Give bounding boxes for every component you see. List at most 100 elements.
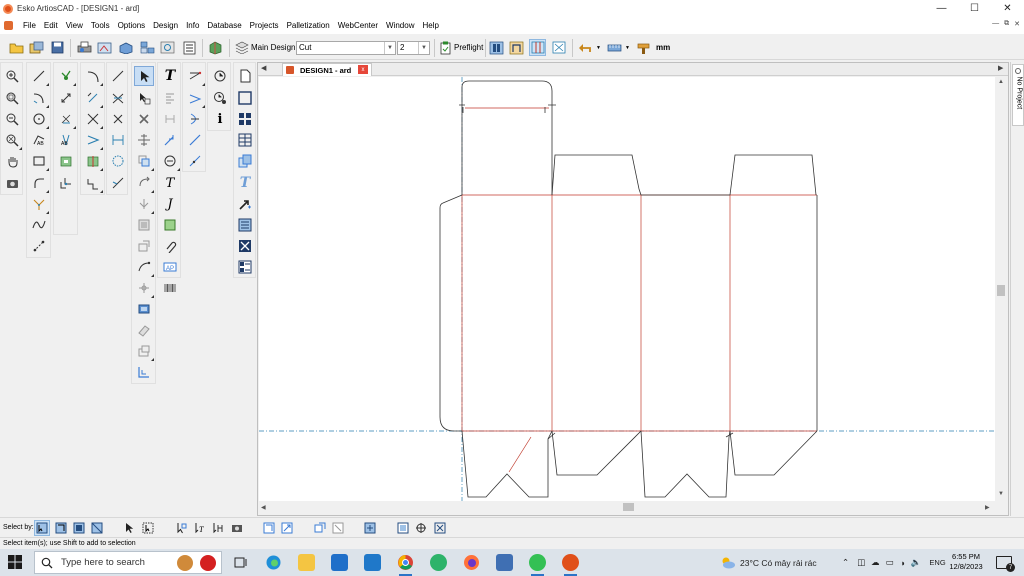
select-by-all-icon[interactable] — [89, 520, 105, 536]
app-green-icon[interactable] — [430, 554, 447, 571]
scroll-down-icon[interactable]: ▼ — [998, 491, 1004, 497]
menu-options[interactable]: Options — [114, 21, 150, 30]
cloud-icon[interactable]: ☁ — [871, 557, 880, 568]
tab-scroll-left-icon[interactable]: ◀ — [261, 64, 266, 72]
extend-icon[interactable] — [83, 109, 103, 129]
radius-dimension-icon[interactable] — [185, 109, 205, 129]
select-drag-icon[interactable] — [134, 88, 154, 108]
bleed-icon[interactable] — [108, 173, 128, 193]
menu-projects[interactable]: Projects — [246, 21, 283, 30]
maximize-button[interactable]: ☐ — [958, 0, 991, 17]
menu-webcenter[interactable]: WebCenter — [334, 21, 382, 30]
select-sheet-icon[interactable] — [362, 520, 378, 536]
doc-close-button[interactable]: ✕ — [1014, 20, 1020, 28]
select-inside-icon[interactable] — [173, 520, 189, 536]
crease-icon[interactable] — [108, 151, 128, 171]
view-outline-icon[interactable] — [508, 39, 525, 56]
weather-widget[interactable]: 23°C Có mây rải rác — [720, 549, 817, 576]
chrome-icon[interactable] — [397, 554, 414, 576]
text-spacing-icon[interactable] — [160, 109, 180, 129]
reports-icon[interactable] — [181, 39, 198, 56]
tab-scroll-right-icon[interactable]: ▶ — [998, 64, 1003, 72]
network-app-icon[interactable] — [496, 554, 513, 571]
wifi-icon[interactable]: ◑ — [900, 558, 905, 568]
sheet-frame-icon[interactable] — [235, 88, 255, 108]
menu-view[interactable]: View — [62, 21, 87, 30]
fillet-icon[interactable] — [56, 151, 76, 171]
vertical-scrollbar[interactable]: ▲ ▼ — [995, 77, 1007, 501]
language-indicator[interactable]: ENG — [929, 558, 945, 567]
caret-down-icon[interactable]: ▼ — [596, 45, 601, 51]
bezier-tool-icon[interactable] — [29, 215, 49, 235]
text-align-icon[interactable] — [160, 88, 180, 108]
mail-icon[interactable] — [364, 554, 381, 571]
intersect-icon[interactable] — [108, 88, 128, 108]
menu-tools[interactable]: Tools — [87, 21, 114, 30]
wedge-icon[interactable] — [83, 130, 103, 150]
open-icon[interactable] — [8, 39, 25, 56]
select-ribbon-icon[interactable] — [312, 520, 328, 536]
select-sublayer-icon[interactable] — [279, 520, 295, 536]
adjust-point-icon[interactable] — [56, 66, 76, 86]
select-cut-icon[interactable] — [330, 520, 346, 536]
graphic-text-icon[interactable] — [160, 151, 180, 171]
stretch-icon[interactable] — [56, 88, 76, 108]
no-project-tab[interactable]: No Project — [1012, 64, 1024, 126]
zoom-out-icon[interactable] — [2, 109, 22, 129]
scale-icon[interactable] — [83, 88, 103, 108]
split-icon[interactable] — [134, 194, 154, 214]
arrow-add-icon[interactable] — [235, 194, 255, 214]
curve-adjust-icon[interactable] — [134, 257, 154, 277]
microsoft-store-icon[interactable] — [331, 554, 348, 571]
layer-list-icon[interactable] — [235, 215, 255, 235]
scroll-up-icon[interactable]: ▲ — [998, 79, 1004, 85]
tangent-icon[interactable] — [108, 66, 128, 86]
task-view-icon[interactable] — [232, 554, 249, 571]
3d-convert-icon[interactable] — [117, 39, 134, 56]
menu-database[interactable]: Database — [203, 21, 245, 30]
menu-info[interactable]: Info — [182, 21, 203, 30]
pan-hand-icon[interactable] — [2, 151, 22, 171]
delete-icon[interactable] — [134, 109, 154, 129]
edge-browser-icon[interactable] — [265, 554, 282, 571]
menu-help[interactable]: Help — [418, 21, 442, 30]
main-design-label[interactable]: Main Design — [251, 43, 295, 52]
undo-icon[interactable] — [577, 39, 594, 56]
select-graphic-icon[interactable] — [229, 520, 245, 536]
zoom-window-icon[interactable] — [2, 88, 22, 108]
grid-layout-icon[interactable] — [235, 109, 255, 129]
clock-icon[interactable] — [210, 66, 230, 86]
rotate-icon[interactable] — [134, 173, 154, 193]
menu-palletization[interactable]: Palletization — [283, 21, 334, 30]
text-style-icon[interactable]: T — [235, 173, 255, 193]
leader-icon[interactable] — [160, 130, 180, 150]
text-path-icon[interactable]: J — [160, 194, 180, 214]
copy-icon[interactable] — [134, 236, 154, 256]
attach-icon[interactable] — [160, 236, 180, 256]
menu-design[interactable]: Design — [149, 21, 182, 30]
circle-tool-icon[interactable] — [29, 109, 49, 129]
3d-design-icon[interactable] — [207, 39, 224, 56]
artioscad-taskbar-icon[interactable] — [562, 554, 579, 576]
select-tool-icon[interactable] — [134, 66, 154, 86]
zoom-extents-icon[interactable] — [2, 130, 22, 150]
select-text-icon[interactable]: T — [192, 520, 208, 536]
units-icon[interactable] — [635, 39, 652, 56]
new-sheet-icon[interactable] — [235, 66, 255, 86]
angle-dimension-icon[interactable] — [185, 88, 205, 108]
clock[interactable]: 6:55 PM 12/8/2023 — [946, 552, 986, 572]
angle-icon[interactable] — [134, 362, 154, 382]
network-monitor-icon[interactable]: ◫ — [857, 557, 865, 568]
layout-icon[interactable] — [139, 39, 156, 56]
ap-label-icon[interactable]: AP — [160, 257, 180, 277]
mirror-icon[interactable] — [83, 151, 103, 171]
line-tool-icon[interactable] — [29, 66, 49, 86]
measure-icon[interactable] — [606, 39, 623, 56]
offset-tool-icon[interactable]: AB — [29, 130, 49, 150]
arc-tool-icon[interactable] — [29, 88, 49, 108]
layout-grid-icon[interactable] — [235, 130, 255, 150]
select-dimension-icon[interactable] — [210, 520, 226, 536]
document-menu-icon[interactable] — [4, 21, 13, 30]
zoom-in-icon[interactable] — [2, 66, 22, 86]
notification-center-icon[interactable]: 7 — [996, 556, 1015, 572]
